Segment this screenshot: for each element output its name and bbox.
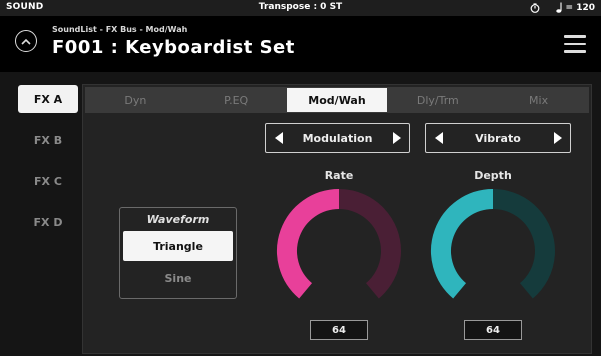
menu-button[interactable] [564,35,586,53]
main-content: FX A FX B FX C FX D Dyn P.EQ Mod/Wah Dly… [0,72,601,356]
tab-dly-trm[interactable]: Dly/Trm [387,87,488,113]
fx-list: FX A FX B FX C FX D [18,85,78,249]
header: SoundList - FX Bus - Mod/Wah F001 : Keyb… [0,16,601,72]
knob-level-fill [431,189,494,299]
page-title: F001 : Keyboardist Set [52,37,295,58]
effect-subtype-value: Vibrato [475,131,521,145]
effect-type-selector: Modulation [265,123,410,153]
tempo-display: = 120 [555,2,595,13]
status-bar: SOUND Transpose : 0 ST = 120 [0,0,601,16]
fx-b-button[interactable]: FX B [18,126,78,154]
depth-value[interactable]: 64 [464,320,522,340]
status-right: = 120 [530,2,595,13]
next-type-button[interactable] [389,128,403,148]
rate-label: Rate [324,169,354,182]
fx-d-button[interactable]: FX D [18,208,78,236]
hamburger-icon-line [564,42,586,45]
tab-peq[interactable]: P.EQ [186,87,287,113]
triangle-right-icon [392,132,401,144]
fx-panel: Dyn P.EQ Mod/Wah Dly/Trm Mix Modulation … [82,84,592,354]
triangle-left-icon [274,132,283,144]
quarter-note-icon [555,2,563,13]
transpose-label: Transpose : 0 ST [258,2,343,12]
depth-label: Depth [474,169,512,182]
triangle-left-icon [434,132,443,144]
metronome-icon[interactable] [530,2,540,13]
waveform-triangle-option[interactable]: Triangle [123,231,233,261]
tempo-value: = 120 [565,2,595,13]
tab-mod-wah[interactable]: Mod/Wah [286,88,388,112]
tab-bar: Dyn P.EQ Mod/Wah Dly/Trm Mix [85,87,589,113]
fx-c-button[interactable]: FX C [18,167,78,195]
triangle-right-icon [553,132,562,144]
fx-a-button[interactable]: FX A [18,85,78,113]
depth-knob[interactable] [427,185,559,317]
hamburger-icon-line [564,35,586,38]
breadcrumb: SoundList - FX Bus - Mod/Wah [52,25,188,34]
tab-mix[interactable]: Mix [488,87,589,113]
prev-subtype-button[interactable] [432,128,446,148]
effect-subtype-selector: Vibrato [425,123,571,153]
effect-type-value: Modulation [302,131,373,145]
waveform-group: Waveform Triangle Sine [119,207,237,299]
waveform-sine-option[interactable]: Sine [123,263,233,293]
chevron-up-icon [21,38,31,45]
next-subtype-button[interactable] [550,128,564,148]
rate-knob[interactable] [273,185,405,317]
hamburger-icon-line [564,50,586,53]
knob-level-fill [277,189,340,299]
tab-dyn[interactable]: Dyn [85,87,186,113]
waveform-title: Waveform [146,213,210,226]
back-button[interactable] [15,30,37,52]
prev-type-button[interactable] [272,128,286,148]
rate-value[interactable]: 64 [310,320,368,340]
